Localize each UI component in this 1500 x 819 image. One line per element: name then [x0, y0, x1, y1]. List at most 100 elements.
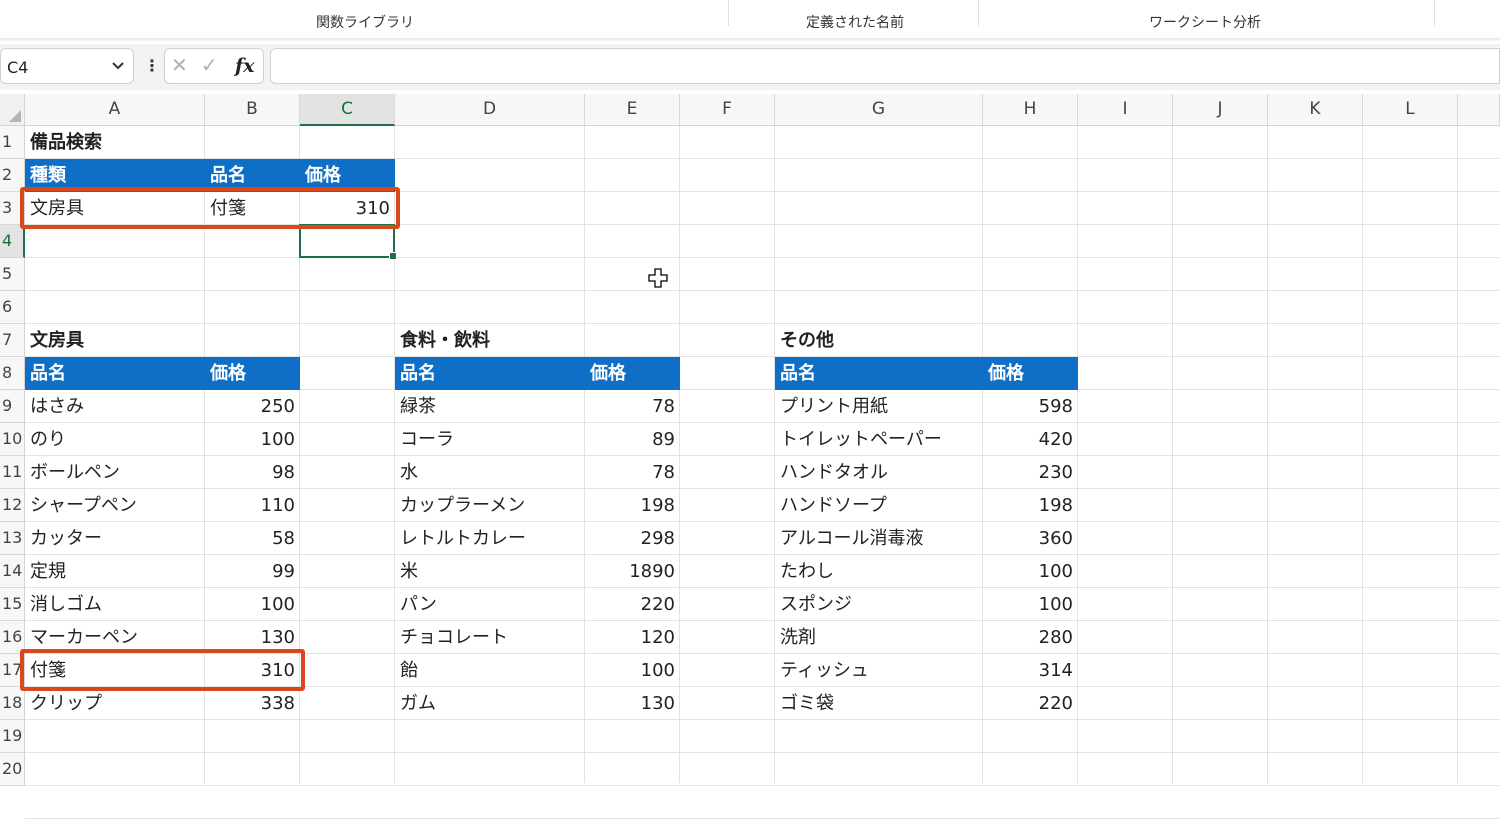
- table-cell-item[interactable]: トイレットペーパー: [775, 423, 983, 456]
- row-header-20[interactable]: 20: [0, 753, 25, 786]
- table-title[interactable]: 文房具: [25, 324, 205, 357]
- table-cell-item[interactable]: ティッシュ: [775, 654, 983, 687]
- table-cell-item[interactable]: コーラ: [395, 423, 585, 456]
- table-cell-price[interactable]: 1890: [585, 555, 680, 588]
- table-cell-price[interactable]: 598: [983, 390, 1078, 423]
- row-header-8[interactable]: 8: [0, 357, 25, 390]
- table-cell-item[interactable]: はさみ: [25, 390, 205, 423]
- table-cell-item[interactable]: ボールペン: [25, 456, 205, 489]
- table-cell-price[interactable]: 78: [585, 390, 680, 423]
- cancel-icon[interactable]: ✕: [171, 53, 188, 77]
- chevron-down-icon[interactable]: [111, 55, 125, 79]
- table-cell-item[interactable]: シャープペン: [25, 489, 205, 522]
- table-cell-price[interactable]: 100: [983, 588, 1078, 621]
- column-header-k[interactable]: K: [1268, 94, 1363, 126]
- table-cell-price[interactable]: 120: [585, 621, 680, 654]
- column-header-l[interactable]: L: [1363, 94, 1458, 126]
- column-header-i[interactable]: I: [1078, 94, 1173, 126]
- table-cell-item[interactable]: ハンドソープ: [775, 489, 983, 522]
- table-cell-item[interactable]: ゴミ袋: [775, 687, 983, 720]
- table-cell-price[interactable]: 338: [205, 687, 300, 720]
- table-cell-item[interactable]: プリント用紙: [775, 390, 983, 423]
- table-header-price[interactable]: 価格: [585, 357, 680, 390]
- table-title[interactable]: 食料・飲料: [395, 324, 585, 357]
- row-header-5[interactable]: 5: [0, 258, 25, 291]
- name-box[interactable]: C4: [0, 48, 134, 84]
- table-cell-item[interactable]: カップラーメン: [395, 489, 585, 522]
- table-header-price[interactable]: 価格: [983, 357, 1078, 390]
- column-header-j[interactable]: J: [1173, 94, 1268, 126]
- column-header-h[interactable]: H: [983, 94, 1078, 126]
- table-header-price[interactable]: 価格: [205, 357, 300, 390]
- table-cell-item[interactable]: のり: [25, 423, 205, 456]
- table-cell-price[interactable]: 89: [585, 423, 680, 456]
- table-cell-price[interactable]: 100: [205, 588, 300, 621]
- insert-function-icon[interactable]: fx: [235, 55, 255, 77]
- row-header-4[interactable]: 4: [0, 225, 25, 258]
- table-cell-price[interactable]: 360: [983, 522, 1078, 555]
- table-cell-item[interactable]: たわし: [775, 555, 983, 588]
- column-header-c[interactable]: C: [300, 94, 395, 126]
- row-header-12[interactable]: 12: [0, 489, 25, 522]
- table-cell-item[interactable]: アルコール消毒液: [775, 522, 983, 555]
- row-header-15[interactable]: 15: [0, 588, 25, 621]
- column-header-f[interactable]: F: [680, 94, 775, 126]
- table-cell-item[interactable]: 水: [395, 456, 585, 489]
- row-header-10[interactable]: 10: [0, 423, 25, 456]
- table-cell-price[interactable]: 314: [983, 654, 1078, 687]
- table-cell-item[interactable]: レトルトカレー: [395, 522, 585, 555]
- column-header-e[interactable]: E: [585, 94, 680, 126]
- row-header-7[interactable]: 7: [0, 324, 25, 357]
- table-cell-price[interactable]: 100: [585, 654, 680, 687]
- table-cell-price[interactable]: 220: [983, 687, 1078, 720]
- row-header-9[interactable]: 9: [0, 390, 25, 423]
- table-title[interactable]: その他: [775, 324, 983, 357]
- table-cell-price[interactable]: 280: [983, 621, 1078, 654]
- table-cell-item[interactable]: 洗剤: [775, 621, 983, 654]
- table-cell-price[interactable]: 130: [585, 687, 680, 720]
- table-header-item[interactable]: 品名: [395, 357, 585, 390]
- table-cell-item[interactable]: カッター: [25, 522, 205, 555]
- column-header-g[interactable]: G: [775, 94, 983, 126]
- table-header-item[interactable]: 品名: [775, 357, 983, 390]
- table-cell-item[interactable]: 米: [395, 555, 585, 588]
- enter-icon[interactable]: ✓: [201, 53, 218, 77]
- table-cell-price[interactable]: 250: [205, 390, 300, 423]
- table-cell-item[interactable]: スポンジ: [775, 588, 983, 621]
- select-all-button[interactable]: [0, 94, 25, 126]
- column-header-m[interactable]: [1458, 94, 1500, 126]
- table-cell-price[interactable]: 298: [585, 522, 680, 555]
- active-cell-selection[interactable]: [299, 224, 397, 260]
- table-cell-price[interactable]: 420: [983, 423, 1078, 456]
- row-header-1[interactable]: 1: [0, 126, 25, 159]
- search-title[interactable]: 備品検索: [25, 126, 205, 159]
- more-options-icon[interactable]: ⋮: [144, 56, 160, 75]
- column-header-b[interactable]: B: [205, 94, 300, 126]
- table-cell-price[interactable]: 100: [983, 555, 1078, 588]
- table-cell-item[interactable]: ハンドタオル: [775, 456, 983, 489]
- column-header-d[interactable]: D: [395, 94, 585, 126]
- table-cell-item[interactable]: チョコレート: [395, 621, 585, 654]
- table-cell-price[interactable]: 100: [205, 423, 300, 456]
- table-cell-item[interactable]: 消しゴム: [25, 588, 205, 621]
- table-cell-item[interactable]: クリップ: [25, 687, 205, 720]
- formula-input[interactable]: [270, 48, 1500, 84]
- table-cell-item[interactable]: 定規: [25, 555, 205, 588]
- table-cell-price[interactable]: 58: [205, 522, 300, 555]
- table-cell-price[interactable]: 198: [983, 489, 1078, 522]
- column-header-a[interactable]: A: [25, 94, 205, 126]
- table-cell-price[interactable]: 230: [983, 456, 1078, 489]
- table-header-item[interactable]: 品名: [25, 357, 205, 390]
- row-header-19[interactable]: 19: [0, 720, 25, 753]
- table-cell-item[interactable]: 緑茶: [395, 390, 585, 423]
- table-cell-price[interactable]: 98: [205, 456, 300, 489]
- table-cell-price[interactable]: 110: [205, 489, 300, 522]
- table-cell-price[interactable]: 78: [585, 456, 680, 489]
- row-header-18[interactable]: 18: [0, 687, 25, 720]
- row-header-14[interactable]: 14: [0, 555, 25, 588]
- table-cell-item[interactable]: 飴: [395, 654, 585, 687]
- table-cell-item[interactable]: ガム: [395, 687, 585, 720]
- table-cell-price[interactable]: 198: [585, 489, 680, 522]
- table-cell-item[interactable]: パン: [395, 588, 585, 621]
- row-header-11[interactable]: 11: [0, 456, 25, 489]
